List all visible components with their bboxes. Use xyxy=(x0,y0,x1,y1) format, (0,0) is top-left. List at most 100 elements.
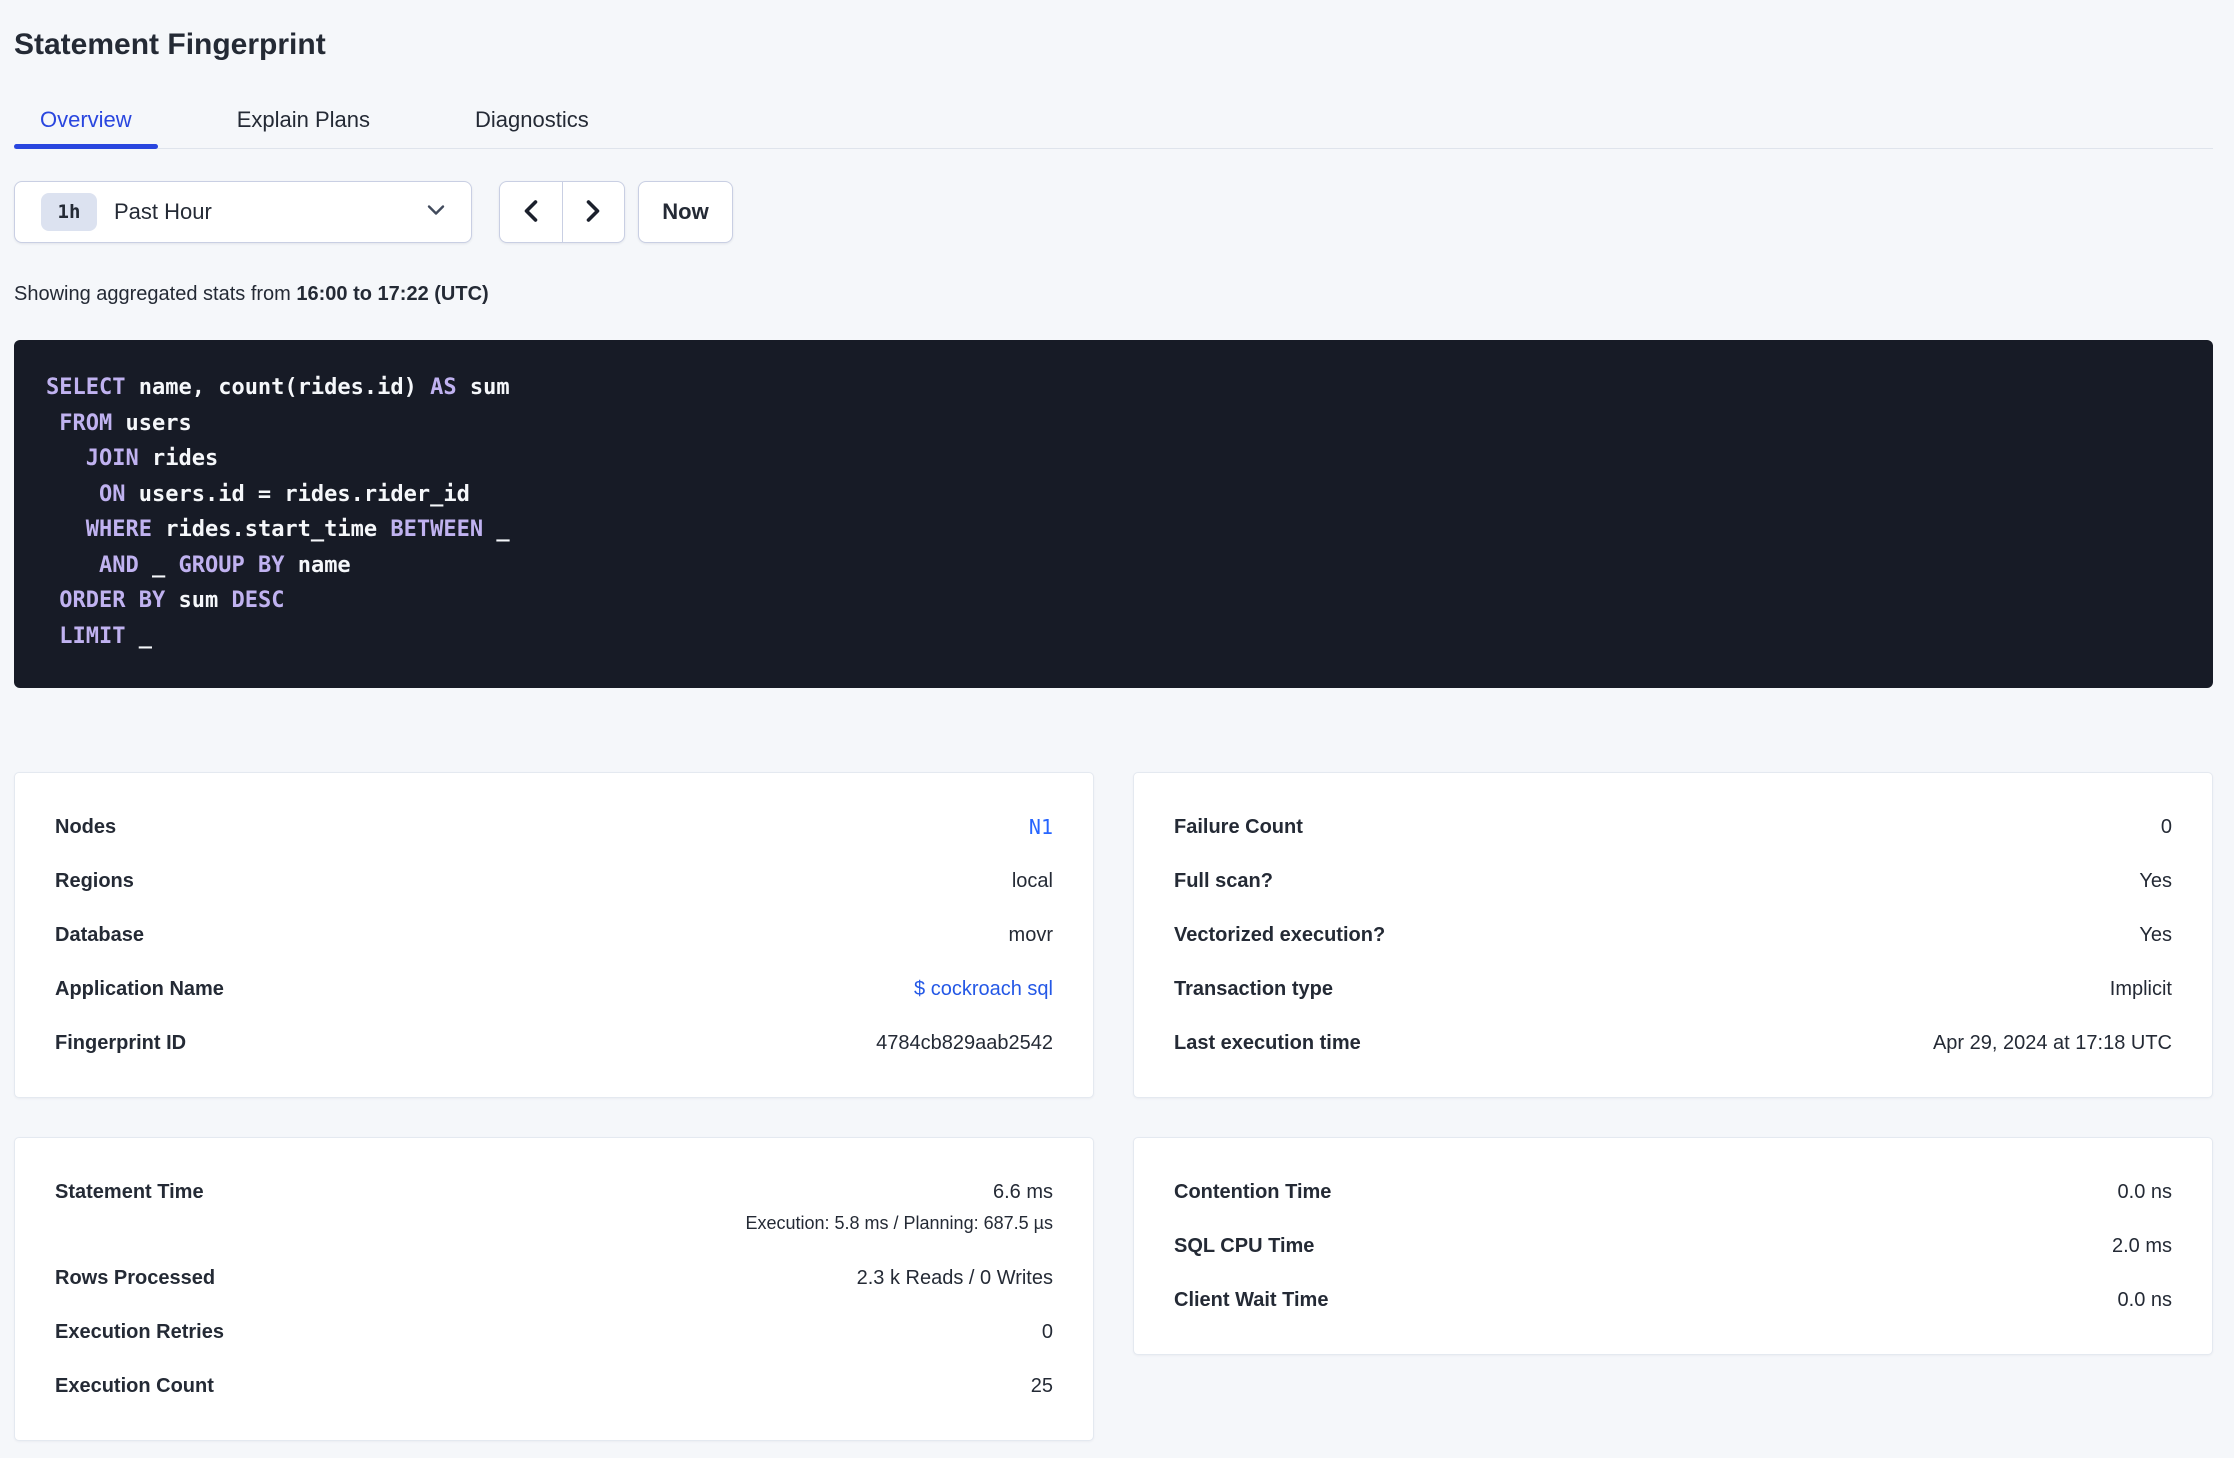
row-value: local xyxy=(1012,870,1053,893)
time-controls: 1h Past Hour Now xyxy=(14,181,2213,243)
card-row: Failure Count 0 xyxy=(1174,800,2172,854)
statement-times-card: Statement Time 6.6 ms Execution: 5.8 ms / … xyxy=(14,1137,1094,1441)
card-row: Database movr xyxy=(55,908,1053,962)
tab-explain-plans-label: Explain Plans xyxy=(236,107,370,132)
row-value-text: 0.0 ns xyxy=(2117,1180,2172,1203)
card-row: Regions local xyxy=(55,854,1053,908)
row-value: Implicit xyxy=(2110,978,2172,1001)
sql-keyword: BETWEEN xyxy=(390,517,484,542)
card-row: Full scan? Yes xyxy=(1174,854,2172,908)
sql-keyword: WHERE xyxy=(85,517,152,542)
row-value: 25 xyxy=(1031,1375,1053,1398)
row-value-text: 2.0 ms xyxy=(2111,1234,2172,1257)
row-value: 2.0 ms xyxy=(2112,1235,2172,1258)
time-step-buttons xyxy=(499,181,625,243)
sql-text: _ xyxy=(125,623,152,649)
row-value-text: Implicit xyxy=(2109,977,2172,1000)
sql-keyword: GROUP BY xyxy=(178,552,285,578)
row-value: movr xyxy=(1009,924,1053,947)
row-label: Failure Count xyxy=(1174,815,1303,838)
row-value-text: movr xyxy=(1008,923,1053,946)
execution-attributes-card: Failure Count 0 Full scan? Yes Vectorized ex… xyxy=(1133,772,2213,1098)
row-value-text: 0 xyxy=(1041,1320,1053,1343)
chevron-left-icon xyxy=(520,198,542,227)
row-label: SQL CPU Time xyxy=(1174,1234,1315,1257)
card-row: Last execution time Apr 29, 2024 at 17:18… xyxy=(1174,1016,2172,1070)
card-row: Vectorized execution? Yes xyxy=(1174,908,2172,962)
sql-keyword: ORDER BY xyxy=(59,588,166,613)
sql-text: name, count(rides.id) xyxy=(125,375,431,400)
sql-keyword: FROM xyxy=(59,410,113,436)
node-link[interactable]: N1 xyxy=(1029,815,1053,839)
card-row: Rows Processed 2.3 k Reads / 0 Writes xyxy=(55,1251,1053,1305)
card-row: Application Name $ cockroach sql xyxy=(55,962,1053,1016)
card-row: Client Wait Time 0.0 ns xyxy=(1174,1273,2172,1327)
row-value: 4784cb829aab2542 xyxy=(876,1032,1053,1055)
time-range-badge: 1h xyxy=(41,193,97,231)
sql-statement-box: SELECT name, count(rides.id) AS sum FROM… xyxy=(14,340,2213,688)
row-label: Execution Retries xyxy=(55,1320,224,1343)
card-row: Transaction type Implicit xyxy=(1174,962,2172,1016)
wait-times-card: Contention Time 0.0 ns SQL CPU Time 2.0 ms C… xyxy=(1133,1137,2213,1355)
chevron-down-icon xyxy=(427,203,445,221)
card-row: Execution Count 25 xyxy=(55,1359,1053,1413)
card-row: Fingerprint ID 4784cb829aab2542 xyxy=(55,1016,1053,1070)
tabs-bar: Overview Explain Plans Diagnostics xyxy=(14,92,2213,149)
application-link[interactable]: $ cockroach sql xyxy=(914,978,1053,1000)
row-label: Vectorized execution? xyxy=(1174,923,1386,946)
row-label: Execution Count xyxy=(55,1374,214,1397)
row-label: Regions xyxy=(55,869,134,892)
cards-grid: Nodes N1 Regions local Database movr Applicati… xyxy=(14,772,2213,1441)
row-label: Database xyxy=(55,923,144,946)
row-label: Full scan? xyxy=(1174,869,1273,892)
row-label: Fingerprint ID xyxy=(55,1031,187,1054)
sql-text: _ xyxy=(483,517,510,542)
time-range-selector[interactable]: 1h Past Hour xyxy=(14,181,472,243)
row-value-text: 0 xyxy=(2160,815,2172,838)
row-value-text: 4784cb829aab2542 xyxy=(876,1031,1053,1054)
row-value-text: 2.3 k Reads / 0 Writes xyxy=(856,1266,1053,1289)
sql-keyword: SELECT xyxy=(46,375,126,400)
tab-overview[interactable]: Overview xyxy=(14,92,158,149)
sql-text: rides xyxy=(138,446,219,471)
sql-text: sum xyxy=(165,588,232,613)
card-row: Execution Retries 0 xyxy=(55,1305,1053,1359)
sql-keyword: JOIN xyxy=(85,446,139,471)
sql-text: name xyxy=(284,552,351,578)
sql-keyword: AS xyxy=(430,375,457,400)
row-label: Rows Processed xyxy=(55,1266,216,1289)
row-value: 0.0 ns xyxy=(2118,1289,2172,1312)
row-value: Apr 29, 2024 at 17:18 UTC xyxy=(1933,1032,2172,1055)
next-time-button[interactable] xyxy=(563,182,625,242)
stats-caption-prefix: Showing aggregated stats from xyxy=(14,283,297,305)
sql-keyword: LIMIT xyxy=(59,623,126,649)
sql-text: users.id = rides.rider_id xyxy=(125,481,470,507)
card-row: SQL CPU Time 2.0 ms xyxy=(1174,1219,2172,1273)
sql-keyword: AND xyxy=(98,552,139,578)
row-value-text: 0.0 ns xyxy=(2117,1288,2172,1311)
sql-keyword: ON xyxy=(98,481,126,507)
row-value: 2.3 k Reads / 0 Writes xyxy=(857,1267,1053,1290)
row-value: Yes xyxy=(2139,870,2172,893)
row-value: N1 xyxy=(1029,815,1053,840)
row-value: $ cockroach sql xyxy=(914,978,1053,1001)
row-value-text: 25 xyxy=(1030,1374,1053,1397)
card-row: Nodes N1 xyxy=(55,800,1053,854)
row-value-text: Yes xyxy=(2139,869,2172,892)
row-value: 0 xyxy=(2161,816,2172,839)
tab-diagnostics[interactable]: Diagnostics xyxy=(449,92,615,148)
row-value: 0.0 ns xyxy=(2118,1181,2172,1204)
page-title: Statement Fingerprint xyxy=(14,28,326,61)
row-label: Last execution time xyxy=(1174,1031,1361,1054)
now-button[interactable]: Now xyxy=(638,181,733,243)
tab-explain-plans[interactable]: Explain Plans xyxy=(211,92,396,148)
sql-code: SELECT name, count(rides.id) AS sum FROM… xyxy=(46,370,2173,654)
row-value-text: 6.6 ms xyxy=(992,1181,1053,1203)
prev-time-button[interactable] xyxy=(500,182,563,242)
